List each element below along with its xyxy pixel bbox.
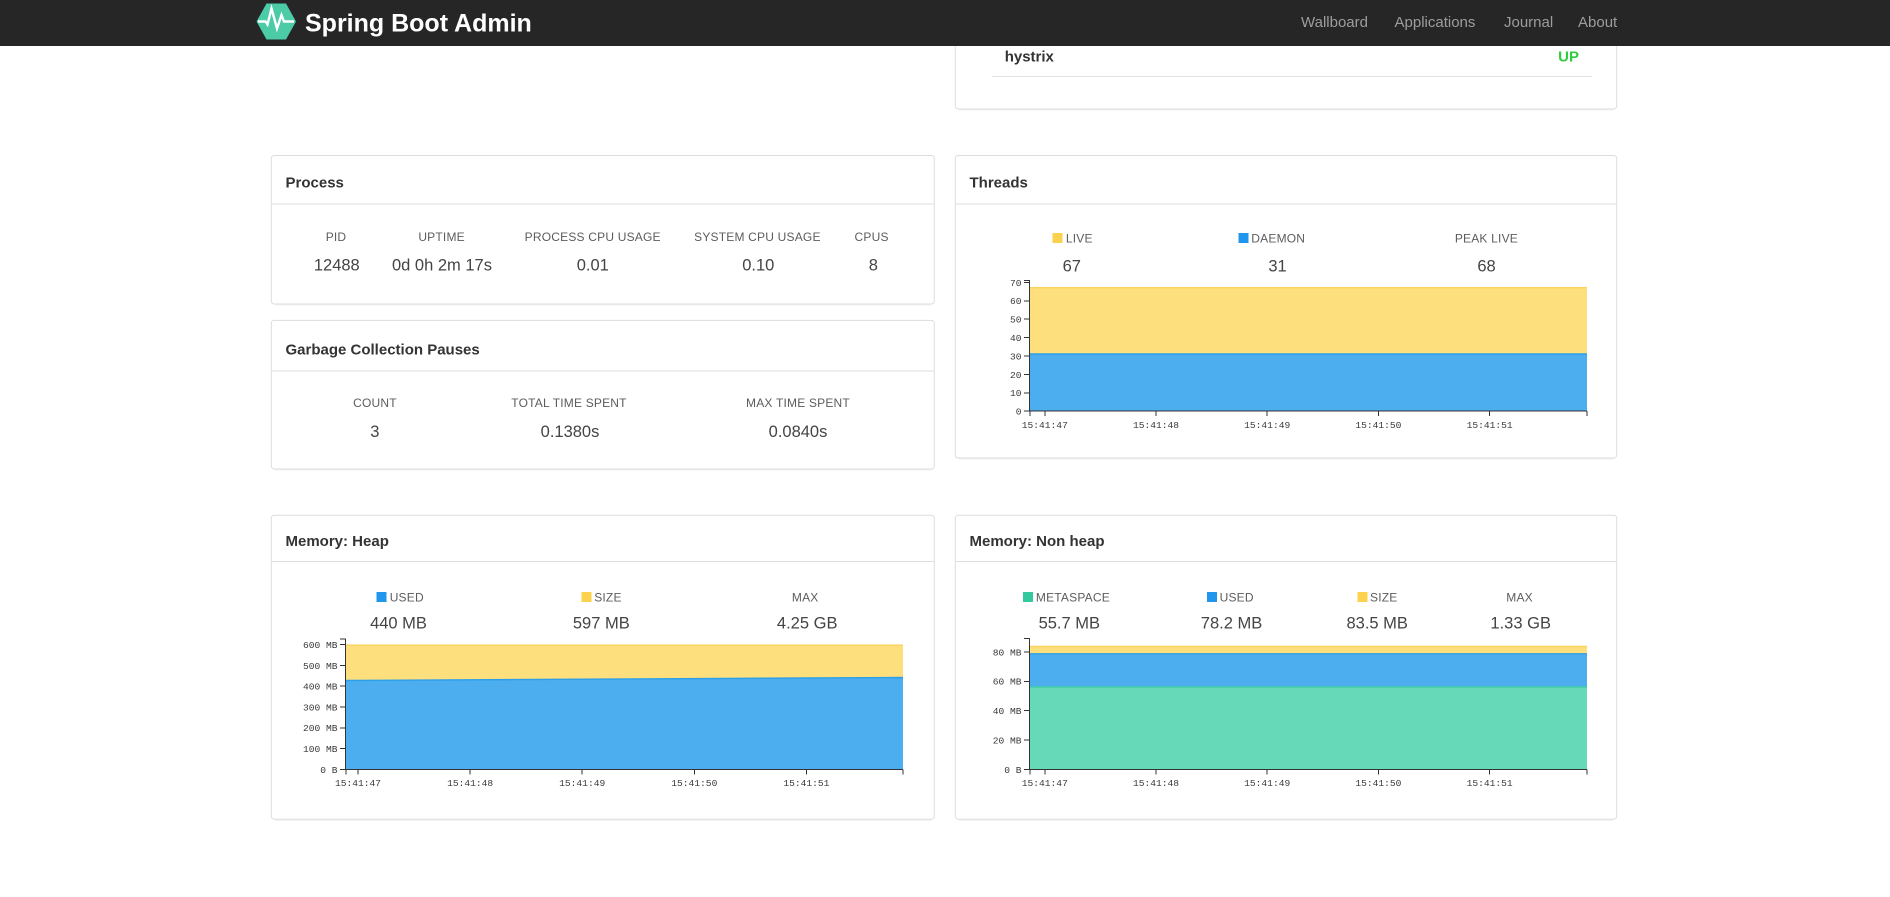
svg-text:UP: UP: [1558, 48, 1579, 65]
svg-text:15:41:50: 15:41:50: [1355, 420, 1401, 431]
svg-text:About: About: [1578, 14, 1618, 31]
svg-text:15:41:50: 15:41:50: [1355, 778, 1401, 789]
svg-text:100 MB: 100 MB: [303, 744, 338, 755]
svg-text:Applications: Applications: [1395, 14, 1476, 31]
svg-text:10: 10: [1010, 388, 1022, 399]
svg-text:0.0840s: 0.0840s: [769, 423, 828, 441]
svg-text:15:41:51: 15:41:51: [783, 778, 829, 789]
svg-text:USED: USED: [1220, 590, 1254, 604]
svg-text:Memory: Non heap: Memory: Non heap: [970, 533, 1105, 550]
svg-text:70: 70: [1010, 278, 1022, 289]
svg-text:300 MB: 300 MB: [303, 702, 338, 713]
svg-text:15:41:48: 15:41:48: [1133, 420, 1179, 431]
svg-text:50: 50: [1010, 315, 1022, 326]
svg-text:68: 68: [1477, 257, 1495, 275]
svg-text:SIZE: SIZE: [1370, 590, 1397, 604]
svg-text:0 B: 0 B: [1004, 765, 1022, 776]
svg-text:78.2 MB: 78.2 MB: [1201, 614, 1262, 632]
svg-text:80 MB: 80 MB: [993, 647, 1022, 658]
svg-text:31: 31: [1268, 257, 1286, 275]
svg-text:440 MB: 440 MB: [370, 614, 427, 632]
svg-text:15:41:50: 15:41:50: [671, 778, 717, 789]
svg-text:3: 3: [370, 423, 379, 441]
svg-text:PEAK LIVE: PEAK LIVE: [1455, 231, 1518, 245]
svg-text:1.33 GB: 1.33 GB: [1490, 614, 1551, 632]
svg-text:COUNT: COUNT: [353, 396, 397, 410]
svg-text:UPTIME: UPTIME: [418, 230, 465, 244]
svg-text:15:41:49: 15:41:49: [1244, 778, 1290, 789]
svg-text:500 MB: 500 MB: [303, 661, 338, 672]
svg-text:0.1380s: 0.1380s: [541, 423, 600, 441]
svg-text:0.01: 0.01: [577, 256, 609, 274]
svg-text:12488: 12488: [314, 256, 360, 274]
svg-text:15:41:47: 15:41:47: [335, 778, 381, 789]
svg-text:METASPACE: METASPACE: [1036, 590, 1110, 604]
svg-text:15:41:47: 15:41:47: [1022, 778, 1068, 789]
svg-text:20: 20: [1010, 370, 1022, 381]
svg-text:60 MB: 60 MB: [993, 677, 1022, 688]
svg-text:60: 60: [1010, 296, 1022, 307]
svg-text:Garbage Collection Pauses: Garbage Collection Pauses: [286, 342, 480, 359]
svg-text:20 MB: 20 MB: [993, 735, 1022, 746]
svg-text:Process: Process: [286, 174, 344, 191]
svg-text:15:41:49: 15:41:49: [559, 778, 605, 789]
svg-text:0: 0: [1016, 407, 1022, 418]
svg-text:Wallboard: Wallboard: [1301, 14, 1368, 31]
svg-text:8: 8: [869, 256, 878, 274]
svg-text:0.10: 0.10: [742, 256, 774, 274]
svg-text:Threads: Threads: [970, 174, 1028, 191]
svg-text:TOTAL TIME SPENT: TOTAL TIME SPENT: [511, 396, 627, 410]
svg-text:15:41:48: 15:41:48: [447, 778, 493, 789]
svg-text:USED: USED: [390, 590, 424, 604]
svg-text:15:41:51: 15:41:51: [1467, 778, 1513, 789]
svg-text:MAX: MAX: [1506, 590, 1533, 604]
svg-text:400 MB: 400 MB: [303, 682, 338, 693]
svg-text:Journal: Journal: [1504, 14, 1553, 31]
svg-text:PID: PID: [326, 230, 347, 244]
svg-text:PROCESS CPU USAGE: PROCESS CPU USAGE: [525, 230, 661, 244]
svg-text:15:41:47: 15:41:47: [1022, 420, 1068, 431]
svg-text:hystrix: hystrix: [1005, 48, 1055, 65]
svg-text:30: 30: [1010, 351, 1022, 362]
svg-text:15:41:48: 15:41:48: [1133, 778, 1179, 789]
svg-text:597 MB: 597 MB: [573, 614, 630, 632]
svg-text:Spring Boot Admin: Spring Boot Admin: [305, 10, 532, 38]
svg-text:SYSTEM CPU USAGE: SYSTEM CPU USAGE: [694, 230, 821, 244]
svg-text:40 MB: 40 MB: [993, 706, 1022, 717]
svg-text:200 MB: 200 MB: [303, 723, 338, 734]
svg-text:0d 0h 2m 17s: 0d 0h 2m 17s: [392, 256, 492, 274]
svg-text:15:41:51: 15:41:51: [1467, 420, 1513, 431]
svg-text:DAEMON: DAEMON: [1251, 231, 1305, 245]
svg-text:40: 40: [1010, 333, 1022, 344]
svg-text:55.7 MB: 55.7 MB: [1039, 614, 1100, 632]
svg-text:CPUS: CPUS: [855, 230, 889, 244]
svg-text:67: 67: [1063, 257, 1081, 275]
svg-text:MAX TIME SPENT: MAX TIME SPENT: [746, 396, 850, 410]
svg-text:15:41:49: 15:41:49: [1244, 420, 1290, 431]
svg-text:4.25 GB: 4.25 GB: [777, 614, 838, 632]
svg-text:Memory: Heap: Memory: Heap: [286, 533, 389, 550]
svg-text:SIZE: SIZE: [594, 590, 621, 604]
svg-text:MAX: MAX: [792, 590, 819, 604]
svg-text:600 MB: 600 MB: [303, 640, 338, 651]
svg-text:0 B: 0 B: [320, 765, 338, 776]
svg-text:83.5 MB: 83.5 MB: [1346, 614, 1407, 632]
svg-text:LIVE: LIVE: [1066, 231, 1093, 245]
